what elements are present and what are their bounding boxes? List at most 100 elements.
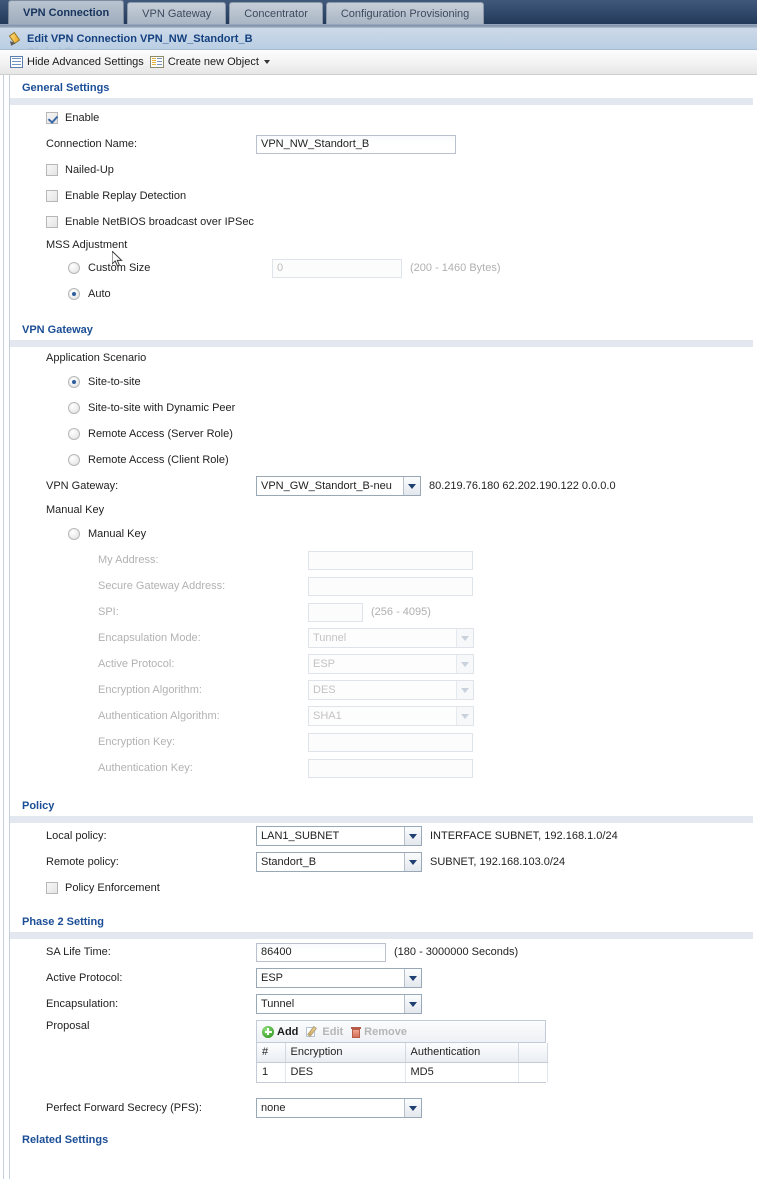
auto-radio[interactable]: [68, 288, 80, 300]
column-header-encryption[interactable]: Encryption: [285, 1043, 406, 1063]
row-manual-key-group-label: Manual Key: [10, 499, 757, 521]
page-title: Edit VPN Connection VPN_NW_Standort_B: [27, 32, 253, 45]
netbios-broadcast-label: Enable NetBIOS broadcast over IPSec: [65, 216, 254, 228]
encryption-algorithm-select[interactable]: DES: [308, 680, 474, 700]
scenario-remote-access-client-radio[interactable]: [68, 454, 80, 466]
nailed-up-checkbox[interactable]: [46, 164, 58, 176]
local-policy-info: INTERFACE SUBNET, 192.168.1.0/24: [430, 830, 618, 842]
tab-label: Concentrator: [244, 7, 308, 20]
scenario-site-to-site-radio[interactable]: [68, 376, 80, 388]
manual-key-group-label: Manual Key: [46, 504, 105, 516]
proposal-remove-button[interactable]: Remove: [351, 1026, 407, 1038]
local-policy-label: Local policy:: [46, 830, 107, 842]
custom-size-radio[interactable]: [68, 262, 80, 274]
nailed-up-label: Nailed-Up: [65, 164, 114, 176]
column-header-number[interactable]: #: [257, 1043, 286, 1063]
mss-adjustment-label: MSS Adjustment: [46, 239, 128, 251]
section-title-phase-2-setting: Phase 2 Setting: [22, 916, 104, 928]
cell-number: 1: [257, 1062, 286, 1082]
create-new-object-button[interactable]: Create new Object: [149, 56, 270, 68]
local-policy-value: LAN1_SUBNET: [261, 830, 340, 842]
row-spi: SPI: (256 - 4095): [10, 599, 757, 625]
my-address-label: My Address:: [98, 554, 159, 566]
active-protocol-select[interactable]: ESP: [256, 968, 422, 988]
custom-size-hint: (200 - 1460 Bytes): [410, 262, 501, 274]
enable-checkbox[interactable]: [46, 112, 58, 124]
row-encapsulation: Encapsulation: Tunnel: [10, 991, 757, 1017]
proposal-remove-label: Remove: [364, 1025, 407, 1038]
proposal-add-button[interactable]: Add: [262, 1025, 298, 1038]
authentication-algorithm-label: Authentication Algorithm:: [98, 710, 220, 722]
proposal-edit-button[interactable]: Edit: [306, 1025, 343, 1038]
vpn-gateway-select[interactable]: VPN_GW_Standort_B-neu: [256, 476, 421, 496]
connection-name-label: Connection Name:: [46, 138, 138, 150]
table-row[interactable]: 1 DES MD5: [257, 1062, 548, 1082]
authentication-key-label: Authentication Key:: [98, 762, 193, 774]
row-policy-enforcement: Policy Enforcement: [10, 875, 757, 901]
column-header-authentication[interactable]: Authentication: [405, 1043, 519, 1063]
hide-advanced-settings-label: Hide Advanced Settings: [27, 56, 144, 68]
manual-active-protocol-value: ESP: [313, 658, 336, 670]
encryption-key-input[interactable]: [308, 732, 473, 752]
authentication-key-input[interactable]: [308, 758, 473, 778]
section-divider: [10, 340, 753, 347]
authentication-algorithm-value: SHA1: [313, 710, 342, 722]
ghost-global-setting-label: Global Setting: [27, 46, 102, 49]
row-scenario-site-to-site: Site-to-site: [10, 369, 757, 395]
scenario-remote-access-server-radio[interactable]: [68, 428, 80, 440]
row-manual-key-radio: Manual Key: [10, 521, 757, 547]
remote-policy-select[interactable]: Standort_B: [256, 852, 422, 872]
trash-icon: [351, 1026, 362, 1038]
spi-input[interactable]: [308, 602, 363, 622]
netbios-broadcast-checkbox[interactable]: [46, 216, 58, 228]
custom-size-input[interactable]: [272, 258, 402, 278]
encryption-key-label: Encryption Key:: [98, 736, 176, 748]
scenario-dynamic-peer-radio[interactable]: [68, 402, 80, 414]
sa-life-time-input[interactable]: [256, 942, 386, 962]
secure-gateway-address-label: Secure Gateway Address:: [98, 580, 226, 592]
column-header-pad: [518, 1043, 548, 1063]
remote-policy-info: SUBNET, 192.168.103.0/24: [430, 856, 566, 868]
encapsulation-mode-select[interactable]: Tunnel: [308, 628, 474, 648]
tab-configuration-provisioning[interactable]: Configuration Provisioning: [325, 2, 485, 24]
tab-vpn-gateway[interactable]: VPN Gateway: [127, 2, 227, 24]
sa-life-time-label: SA Life Time:: [46, 946, 111, 958]
connection-name-input[interactable]: [256, 134, 456, 154]
cell-authentication: MD5: [405, 1062, 519, 1082]
manual-key-radio[interactable]: [68, 528, 80, 540]
replay-detection-checkbox[interactable]: [46, 190, 58, 202]
remote-policy-value: Standort_B: [261, 856, 317, 868]
active-protocol-value: ESP: [261, 972, 284, 984]
tab-concentrator[interactable]: Concentrator: [229, 2, 323, 24]
group-manual-key: Manual Key Manual Key My Address: Secure…: [10, 499, 757, 781]
policy-enforcement-checkbox[interactable]: [46, 882, 58, 894]
manual-active-protocol-select[interactable]: ESP: [308, 654, 474, 674]
scenario-dynamic-peer-label: Site-to-site with Dynamic Peer: [88, 402, 236, 414]
tab-label: VPN Gateway: [142, 7, 212, 20]
policy-enforcement-label: Policy Enforcement: [65, 882, 160, 894]
section-general-settings: General Settings Enable Connection Name:…: [10, 75, 757, 307]
tab-label: Configuration Provisioning: [340, 7, 470, 20]
proposal-toolbar: Add Edit Remove: [257, 1021, 545, 1043]
spi-label: SPI:: [98, 606, 119, 618]
row-proposal: Proposal Add Edit Remove # Encryption Au…: [10, 1017, 757, 1083]
encapsulation-select[interactable]: Tunnel: [256, 994, 422, 1014]
row-encapsulation-mode: Encapsulation Mode: Tunnel: [10, 625, 757, 651]
local-policy-select[interactable]: LAN1_SUBNET: [256, 826, 422, 846]
hide-advanced-settings-button[interactable]: Hide Advanced Settings: [10, 56, 144, 68]
authentication-algorithm-select[interactable]: SHA1: [308, 706, 474, 726]
row-active-protocol: Active Protocol: ESP: [10, 965, 757, 991]
section-related-settings: Related Settings: [10, 1127, 757, 1146]
my-address-input[interactable]: [308, 550, 473, 570]
vpn-gateway-label: VPN Gateway:: [46, 480, 119, 492]
row-mss-adjustment: MSS Adjustment: [10, 235, 757, 255]
secure-gateway-address-input[interactable]: [308, 576, 473, 596]
row-local-policy: Local policy: LAN1_SUBNET INTERFACE SUBN…: [10, 823, 757, 849]
chevron-down-icon: [404, 969, 421, 987]
row-scenario-remote-server: Remote Access (Server Role): [10, 421, 757, 447]
tab-vpn-connection[interactable]: VPN Connection: [8, 0, 125, 24]
section-divider: [10, 816, 753, 823]
pfs-select[interactable]: none: [256, 1098, 422, 1118]
encapsulation-mode-label: Encapsulation Mode:: [98, 632, 201, 644]
section-title-general-settings: General Settings: [22, 82, 110, 94]
